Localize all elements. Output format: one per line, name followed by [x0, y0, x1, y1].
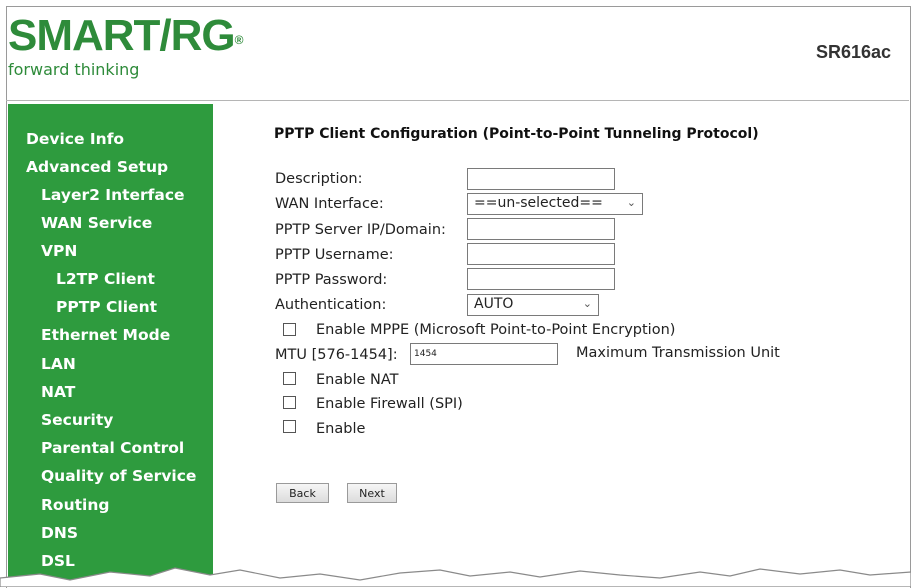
header-divider	[6, 100, 909, 101]
sidebar-item-l2tp-client[interactable]: L2TP Client	[56, 270, 155, 288]
sidebar-item-lan[interactable]: LAN	[41, 355, 76, 373]
pptp-server-label: PPTP Server IP/Domain:	[275, 222, 446, 238]
sidebar-item-layer2-interface[interactable]: Layer2 Interface	[41, 186, 185, 204]
enable-mppe-checkbox[interactable]	[283, 323, 296, 336]
description-input[interactable]	[467, 168, 615, 190]
pptp-password-input[interactable]	[467, 268, 615, 290]
authentication-value: AUTO	[474, 296, 514, 312]
next-button[interactable]: Next	[347, 483, 397, 503]
pptp-username-label: PPTP Username:	[275, 247, 394, 263]
logo-text: SMART/RG	[8, 11, 236, 60]
wan-interface-label: WAN Interface:	[275, 196, 384, 212]
authentication-label: Authentication:	[275, 297, 387, 313]
sidebar-item-quality-of-service[interactable]: Quality of Service	[41, 467, 196, 485]
sidebar-item-parental-control[interactable]: Parental Control	[41, 439, 184, 457]
enable-firewall-checkbox[interactable]	[283, 396, 296, 409]
sidebar-item-dns[interactable]: DNS	[41, 524, 78, 542]
wan-interface-value: ==un-selected==	[474, 195, 603, 211]
sidebar: Device Info Advanced Setup Layer2 Interf…	[8, 104, 213, 587]
logo-tagline: forward thinking	[8, 60, 140, 79]
model-name: SR616ac	[815, 42, 891, 62]
sidebar-item-advanced-setup[interactable]: Advanced Setup	[26, 158, 168, 176]
pptp-server-input[interactable]	[467, 218, 615, 240]
sidebar-item-routing[interactable]: Routing	[41, 496, 109, 514]
enable-label: Enable	[316, 421, 366, 437]
enable-nat-label: Enable NAT	[316, 372, 399, 388]
sidebar-item-security[interactable]: Security	[41, 411, 113, 429]
sidebar-item-wan-service[interactable]: WAN Service	[41, 214, 152, 232]
wan-interface-select[interactable]: ==un-selected== ⌄	[467, 193, 643, 215]
authentication-select[interactable]: AUTO ⌄	[467, 294, 599, 316]
sidebar-item-pptp-client[interactable]: PPTP Client	[56, 298, 157, 316]
page-title: PPTP Client Configuration (Point-to-Poin…	[274, 126, 759, 142]
sidebar-item-nat[interactable]: NAT	[41, 383, 75, 401]
back-button[interactable]: Back	[276, 483, 329, 503]
sidebar-item-device-info[interactable]: Device Info	[26, 130, 124, 148]
enable-firewall-label: Enable Firewall (SPI)	[316, 396, 463, 412]
smartrg-logo: SMART/RG® forward thinking	[8, 14, 243, 84]
mtu-label: MTU [576-1454]:	[275, 347, 398, 363]
enable-mppe-label: Enable MPPE (Microsoft Point-to-Point En…	[316, 322, 676, 338]
pptp-password-label: PPTP Password:	[275, 272, 388, 288]
enable-nat-checkbox[interactable]	[283, 372, 296, 385]
mtu-input[interactable]: 1454	[410, 343, 558, 365]
sidebar-item-ethernet-mode[interactable]: Ethernet Mode	[41, 326, 170, 344]
pptp-username-input[interactable]	[467, 243, 615, 265]
torn-edge	[0, 567, 911, 587]
mtu-hint: Maximum Transmission Unit	[576, 345, 780, 361]
description-label: Description:	[275, 171, 363, 187]
sidebar-item-vpn[interactable]: VPN	[41, 242, 77, 260]
chevron-down-icon: ⌄	[582, 297, 592, 310]
chevron-down-icon: ⌄	[626, 196, 636, 209]
logo-registered-mark: ®	[234, 33, 244, 47]
enable-checkbox[interactable]	[283, 420, 296, 433]
